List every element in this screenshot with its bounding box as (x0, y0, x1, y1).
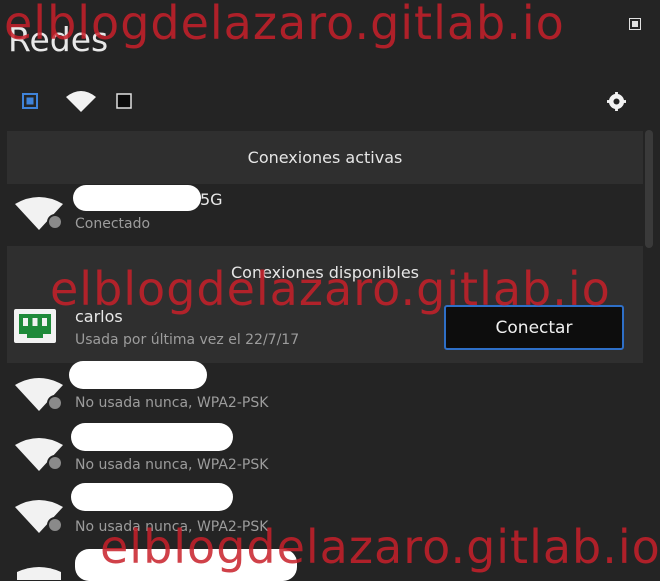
redacted-ssid (73, 185, 201, 211)
wifi-signal-icon (15, 500, 63, 533)
section-active-label: Conexiones activas (247, 148, 403, 167)
connection-status: Conectado (75, 216, 151, 232)
watermark-text: elblogdelazaro.gitlab.io (50, 262, 611, 316)
redacted-ssid (71, 483, 233, 511)
redacted-ssid (69, 361, 207, 389)
watermark-text: elblogdelazaro.gitlab.io (4, 0, 565, 50)
settings-icon[interactable] (607, 92, 626, 111)
wifi-signal-icon (15, 438, 63, 471)
window-restore-button[interactable] (629, 18, 641, 30)
section-header-active: Conexiones activas (7, 131, 643, 184)
wired-icon[interactable] (22, 93, 38, 109)
active-connection-row[interactable]: 5G Conectado (7, 184, 643, 244)
connection-status: No usada nunca, WPA2-PSK (75, 395, 269, 411)
connection-status: Usada por última vez el 22/7/17 (75, 332, 300, 348)
wifi-signal-icon (15, 197, 63, 230)
connection-status: No usada nunca, WPA2-PSK (75, 457, 269, 473)
available-connection-row[interactable]: No usada nunca, WPA2-PSK (7, 423, 643, 478)
vpn-icon[interactable] (116, 93, 132, 109)
wifi-signal-icon (17, 567, 61, 580)
redacted-ssid (71, 423, 233, 451)
ssid-suffix: 5G (200, 190, 223, 209)
available-connection-row[interactable]: No usada nunca, WPA2-PSK (7, 361, 643, 420)
wifi-icon[interactable] (65, 89, 97, 113)
scrollbar[interactable] (645, 130, 653, 248)
wifi-signal-icon (15, 378, 63, 411)
watermark-text: elblogdelazaro.gitlab.io (100, 520, 660, 574)
